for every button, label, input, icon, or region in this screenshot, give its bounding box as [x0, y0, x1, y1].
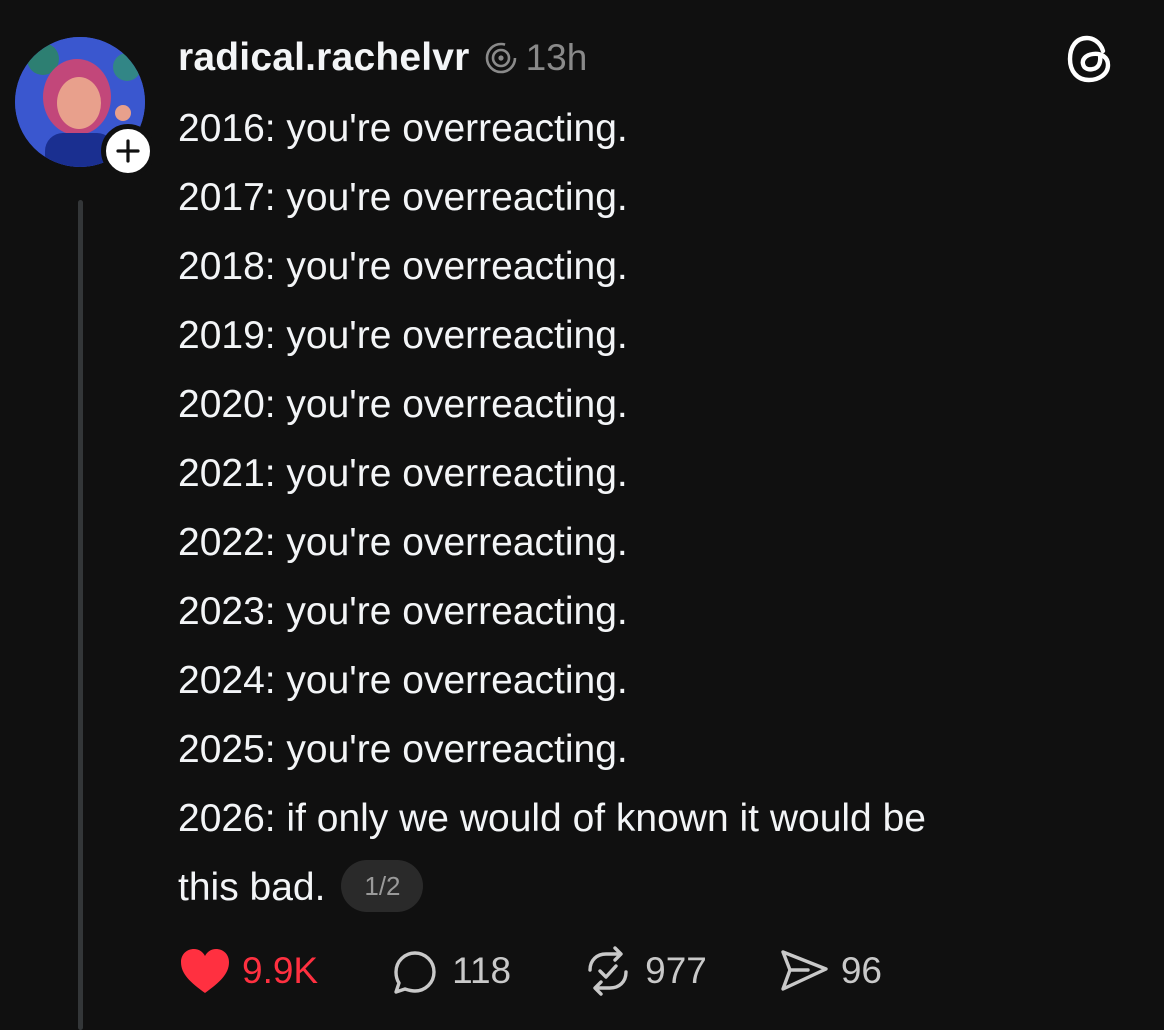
post-text-line: 2025: you're overreacting.	[178, 728, 628, 771]
repost-count: 977	[645, 950, 707, 991]
repost-button[interactable]: 977	[581, 944, 707, 998]
post-body: 2016: you're overreacting. 2017: you're …	[178, 94, 1138, 922]
post-text-line: 2023: you're overreacting.	[178, 590, 628, 633]
post-text-line: 2017: you're overreacting.	[178, 176, 628, 219]
post-text-line: this bad.	[178, 866, 326, 909]
thread-post: radical.rachelvr 13h 2016: you're overre…	[0, 0, 1164, 1030]
post-text-line: 2026: if only we would of known it would…	[178, 797, 926, 840]
post-header: radical.rachelvr 13h	[178, 33, 587, 83]
share-count: 96	[840, 950, 883, 991]
post-text-line-last: this bad. 1/2	[178, 853, 1138, 922]
follow-button[interactable]	[101, 124, 155, 178]
post-text-line: 2021: you're overreacting.	[178, 452, 628, 495]
heart-icon	[178, 944, 232, 998]
post-text-line: 2022: you're overreacting.	[178, 521, 628, 564]
post-actions: 9.9K 118 977 96	[178, 944, 882, 998]
threads-logo-icon[interactable]	[1065, 33, 1117, 85]
post-time: 13h	[525, 37, 588, 78]
send-icon	[777, 944, 831, 998]
activity-icon	[484, 41, 518, 75]
plus-icon	[116, 139, 140, 163]
like-button[interactable]: 9.9K	[178, 944, 318, 998]
post-text-line: 2018: you're overreacting.	[178, 245, 628, 288]
thread-connector-line	[78, 200, 83, 1030]
page-indicator-badge: 1/2	[341, 859, 424, 912]
post-text-line: 2020: you're overreacting.	[178, 383, 628, 426]
comment-icon	[388, 944, 442, 998]
repost-icon	[581, 944, 635, 998]
post-text-line: 2024: you're overreacting.	[178, 659, 628, 702]
like-count: 9.9K	[242, 950, 319, 991]
reply-button[interactable]: 118	[388, 944, 511, 998]
post-text-line: 2019: you're overreacting.	[178, 314, 628, 357]
share-button[interactable]: 96	[777, 944, 882, 998]
reply-count: 118	[452, 950, 512, 991]
post-text-line: 2016: you're overreacting.	[178, 107, 628, 150]
username[interactable]: radical.rachelvr	[178, 36, 470, 80]
